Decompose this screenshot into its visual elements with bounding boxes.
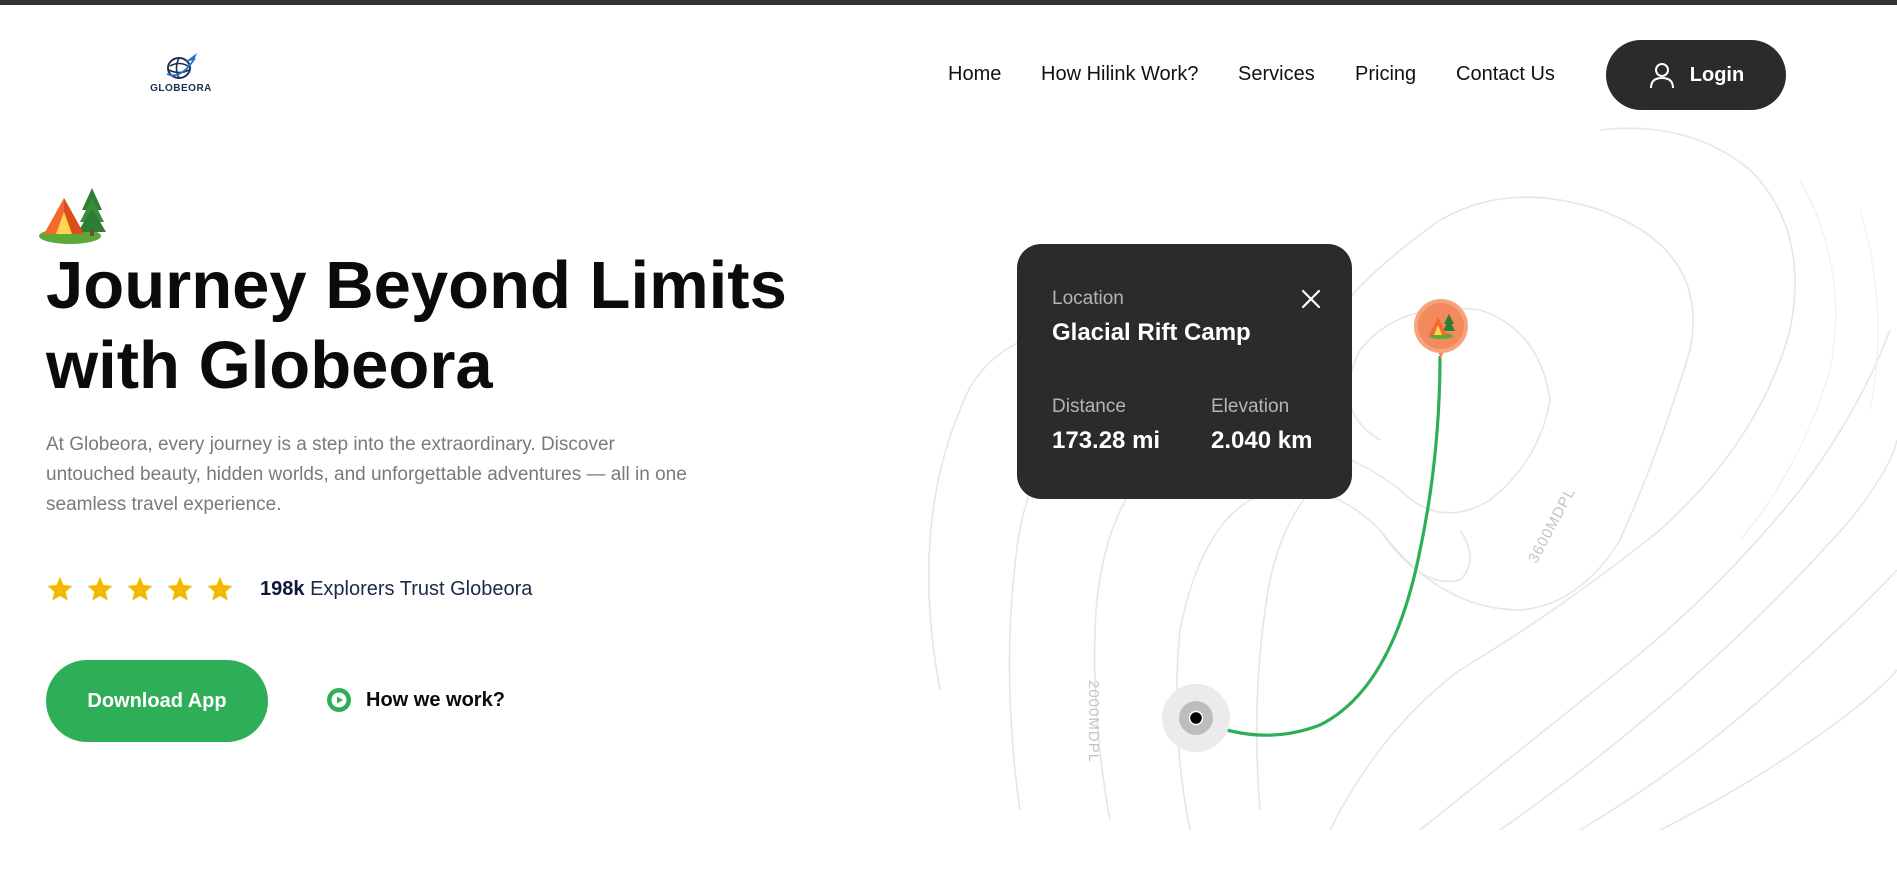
close-icon[interactable]: [1300, 288, 1322, 310]
rating-row: 198k Explorers Trust Globeora: [46, 574, 532, 604]
star-icon: [207, 576, 233, 601]
contour-label-2000: 2000MDPL: [1085, 680, 1102, 764]
window-top-border: [0, 0, 1897, 5]
star-icon: [127, 576, 153, 601]
elevation-value: 2.040 km: [1211, 427, 1313, 454]
how-we-work-label: How we work?: [366, 688, 505, 711]
distance-label: Distance: [1052, 396, 1126, 417]
location-value: Glacial Rift Camp: [1052, 319, 1251, 346]
how-we-work-link[interactable]: How we work?: [326, 687, 505, 713]
login-label: Login: [1689, 63, 1745, 86]
location-info-card: Location Glacial Rift Camp Distance 173.…: [1017, 244, 1352, 499]
nav-services[interactable]: Services: [1238, 63, 1315, 86]
hero-title-line-2: with Globeora: [46, 328, 493, 403]
distance-value: 173.28 mi: [1052, 427, 1161, 454]
rating-stars: [46, 575, 234, 603]
trust-count: 198k: [260, 577, 305, 600]
download-app-button[interactable]: Download App: [46, 660, 268, 742]
globe-plane-icon: [166, 53, 197, 79]
user-icon: [1649, 63, 1674, 89]
trust-label: Explorers Trust Globeora: [310, 577, 533, 600]
nav-pricing[interactable]: Pricing: [1355, 63, 1416, 86]
trust-text: 198k Explorers Trust Globeora: [260, 578, 532, 601]
hero-title: Journey Beyond Limits with Globeora: [46, 246, 866, 406]
nav-home[interactable]: Home: [948, 63, 1001, 86]
brand-name: GLOBEORA: [150, 83, 212, 94]
hero-title-line-1: Journey Beyond Limits: [46, 248, 787, 323]
brand-logo[interactable]: GLOBEORA: [150, 50, 212, 98]
play-icon: [327, 688, 351, 712]
star-icon: [87, 576, 113, 601]
destination-pin[interactable]: [1411, 297, 1471, 363]
origin-marker[interactable]: [1161, 683, 1231, 753]
nav-contact-us[interactable]: Contact Us: [1456, 63, 1555, 86]
star-icon: [167, 576, 193, 601]
hero-description: At Globeora, every journey is a step int…: [46, 434, 687, 515]
star-icon: [47, 576, 73, 601]
elevation-label: Elevation: [1211, 396, 1290, 417]
camping-tent-icon: [39, 188, 106, 244]
login-button[interactable]: Login: [1606, 40, 1786, 110]
nav-how-it-works[interactable]: How Hilink Work?: [1041, 63, 1198, 86]
location-label: Location: [1052, 288, 1124, 309]
